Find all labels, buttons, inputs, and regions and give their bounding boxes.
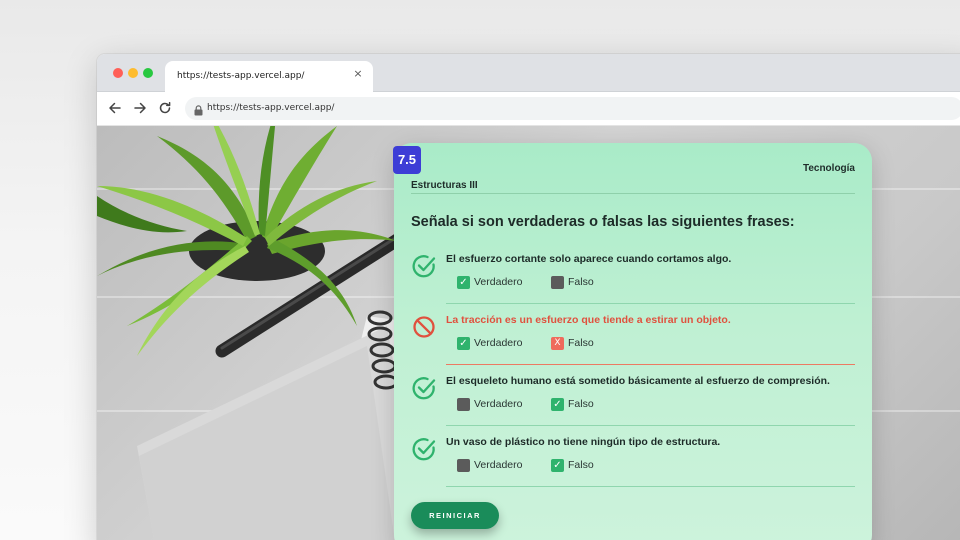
address-text: https://tests-app.vercel.app/ — [207, 103, 335, 113]
incorrect-prohibited-icon — [411, 314, 437, 340]
close-tab-icon[interactable]: × — [351, 67, 365, 81]
checkbox-unchecked-icon[interactable] — [457, 398, 470, 411]
plant-leaves — [97, 126, 397, 356]
address-bar[interactable]: https://tests-app.vercel.app/ — [185, 97, 960, 120]
tab-bar: https://tests-app.vercel.app/ × — [97, 54, 960, 92]
correct-check-icon — [411, 375, 437, 401]
divider — [446, 364, 855, 365]
maximize-window-button[interactable] — [143, 68, 153, 78]
option-label: Verdadero — [474, 459, 523, 471]
browser-toolbar: https://tests-app.vercel.app/ — [97, 92, 960, 126]
reload-icon[interactable] — [157, 100, 173, 116]
category-label: Tecnología — [802, 163, 855, 174]
checkbox-unchecked-icon[interactable] — [551, 276, 564, 289]
checkbox-unchecked-icon[interactable] — [457, 459, 470, 472]
option-label: Verdadero — [474, 337, 523, 349]
checkbox-wrong-icon[interactable]: X — [551, 337, 564, 350]
topic-title: Estructuras III — [411, 180, 478, 191]
statement-text: Un vaso de plástico no tiene ningún tipo… — [446, 436, 721, 448]
option-label: Falso — [568, 459, 594, 471]
back-arrow-icon[interactable] — [107, 100, 123, 116]
correct-check-icon — [411, 253, 437, 279]
correct-check-icon — [411, 436, 437, 462]
forward-arrow-icon[interactable] — [132, 100, 148, 116]
checkbox-checked-icon[interactable]: ✓ — [551, 398, 564, 411]
quiz-item: El esqueleto humano está sometido básica… — [411, 369, 855, 430]
quiz-item: La tracción es un esfuerzo que tiende a … — [411, 308, 855, 369]
divider — [446, 303, 855, 304]
checkbox-checked-icon[interactable]: ✓ — [551, 459, 564, 472]
checkbox-checked-icon[interactable]: ✓ — [457, 276, 470, 289]
statement-text: El esfuerzo cortante solo aparece cuando… — [446, 253, 732, 265]
divider — [446, 486, 855, 487]
quiz-item: Un vaso de plástico no tiene ningún tipo… — [411, 430, 855, 491]
divider — [446, 425, 855, 426]
quiz-card: 7.5 Tecnología Estructuras III Señala si… — [393, 143, 872, 540]
option-label: Verdadero — [474, 276, 523, 288]
close-window-button[interactable] — [113, 68, 123, 78]
lock-icon — [194, 103, 203, 116]
statement-text: La tracción es un esfuerzo que tiende a … — [446, 314, 731, 326]
option-label: Falso — [568, 276, 594, 288]
quiz-item: El esfuerzo cortante solo aparece cuando… — [411, 247, 855, 308]
statement-text: El esqueleto humano está sometido básica… — [446, 375, 830, 387]
reset-button[interactable]: REINICIAR — [411, 502, 499, 529]
option-label: Falso — [568, 398, 594, 410]
option-label: Falso — [568, 337, 594, 349]
score-badge: 7.5 — [393, 146, 421, 174]
tab-title: https://tests-app.vercel.app/ — [177, 71, 305, 81]
question-title: Señala si son verdaderas o falsas las si… — [411, 214, 795, 230]
minimize-window-button[interactable] — [128, 68, 138, 78]
browser-tab[interactable]: https://tests-app.vercel.app/ × — [165, 61, 373, 92]
option-label: Verdadero — [474, 398, 523, 410]
divider — [411, 193, 855, 194]
checkbox-checked-icon[interactable]: ✓ — [457, 337, 470, 350]
